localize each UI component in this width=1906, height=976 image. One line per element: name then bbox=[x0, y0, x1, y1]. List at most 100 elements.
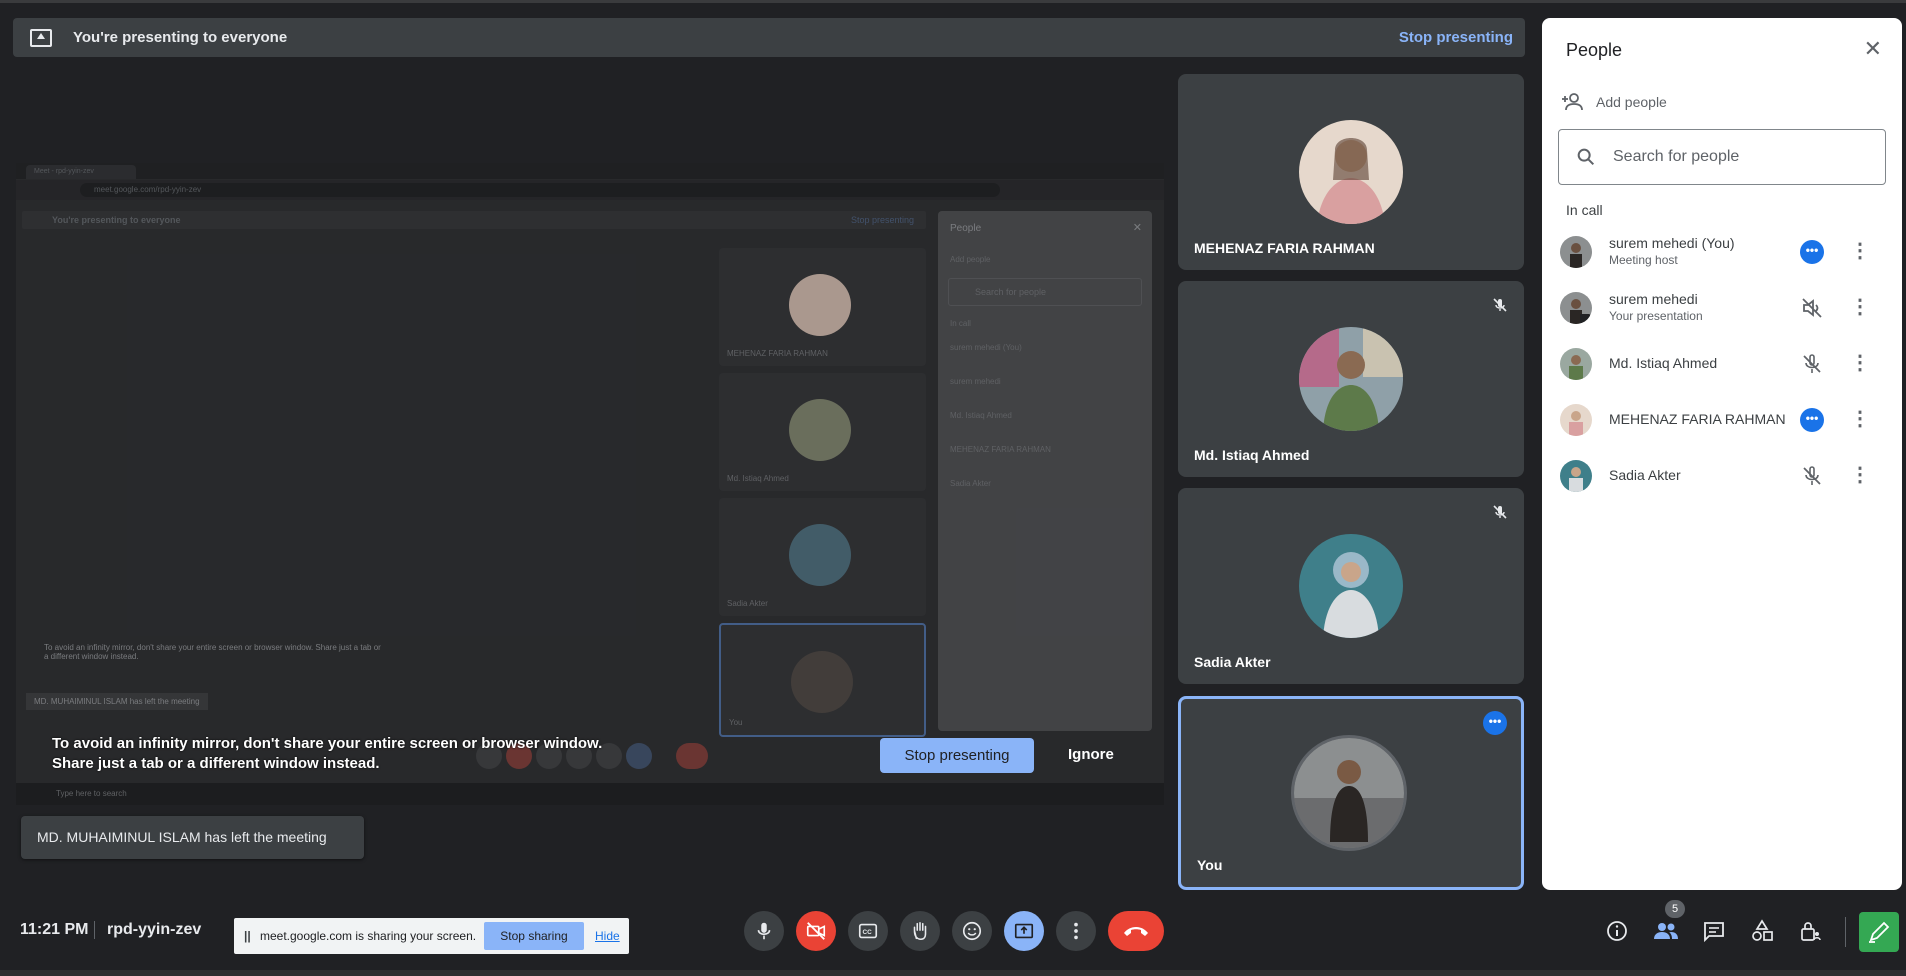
chat-button[interactable] bbox=[1700, 917, 1728, 945]
stop-sharing-button[interactable]: Stop sharing bbox=[484, 922, 584, 950]
panel-title: People bbox=[1566, 40, 1623, 60]
avatar bbox=[1560, 292, 1592, 324]
hang-up-icon bbox=[1124, 927, 1148, 936]
meeting-clock: 11:21 PM bbox=[20, 921, 89, 938]
avatar bbox=[1560, 348, 1592, 380]
participant-name: MEHENAZ FARIA RAHMAN bbox=[1609, 411, 1786, 427]
captions-icon: CC bbox=[858, 923, 878, 939]
more-vert-icon[interactable]: ⋮ bbox=[1848, 350, 1872, 378]
activities-icon bbox=[1752, 919, 1773, 941]
participant-row[interactable]: surem mehedi (You) Meeting host ••• ⋮ bbox=[1542, 224, 1902, 280]
mic-off-icon bbox=[1493, 298, 1507, 312]
leave-call-button[interactable] bbox=[1108, 911, 1164, 951]
host-controls-button[interactable] bbox=[1796, 917, 1824, 945]
emoji-icon bbox=[962, 921, 982, 941]
activities-button[interactable] bbox=[1748, 917, 1776, 945]
add-person-icon bbox=[1562, 93, 1583, 111]
meeting-code: rpd-yyin-zev bbox=[107, 921, 202, 938]
shared-screen-preview: Meet - rpd-yyin-zev meet.google.com/rpd-… bbox=[16, 163, 1164, 805]
participant-name: Md. Istiaq Ahmed bbox=[1609, 355, 1718, 371]
search-input[interactable] bbox=[1611, 147, 1875, 167]
video-tile-istiaq[interactable]: Md. Istiaq Ahmed bbox=[1178, 281, 1524, 477]
people-panel: People ✕ Add people In call surem mehedi… bbox=[1542, 18, 1902, 890]
presenting-banner: You're presenting to everyone Stop prese… bbox=[13, 18, 1525, 57]
camera-button[interactable] bbox=[796, 911, 836, 951]
mic-off-icon bbox=[1803, 354, 1821, 373]
more-options-button[interactable] bbox=[1056, 911, 1096, 951]
infinity-mirror-warning: To avoid an infinity mirror, don't share… bbox=[52, 735, 603, 772]
captions-button[interactable]: CC bbox=[848, 911, 888, 951]
mic-off-icon bbox=[1493, 505, 1507, 519]
tile-name: MEHENAZ FARIA RAHMAN bbox=[1194, 240, 1375, 256]
avatar bbox=[1560, 460, 1592, 492]
svg-text:CC: CC bbox=[863, 929, 873, 936]
avatar bbox=[1299, 327, 1403, 431]
avatar bbox=[1291, 735, 1407, 851]
more-vert-icon[interactable]: ⋮ bbox=[1848, 238, 1872, 266]
add-people-label: Add people bbox=[1596, 94, 1667, 110]
camera-off-icon bbox=[806, 922, 826, 940]
reactions-button[interactable] bbox=[952, 911, 992, 951]
pause-icon: || bbox=[244, 929, 251, 943]
hide-link[interactable]: Hide bbox=[595, 929, 620, 943]
participant-name: surem mehedi (You) bbox=[1609, 235, 1735, 251]
left-meeting-toast: MD. MUHAIMINUL ISLAM has left the meetin… bbox=[21, 816, 364, 859]
video-tile-mehenaz[interactable]: MEHENAZ FARIA RAHMAN bbox=[1178, 74, 1524, 270]
close-icon[interactable]: ✕ bbox=[1864, 38, 1882, 60]
divider bbox=[1845, 917, 1846, 947]
window-top-edge bbox=[0, 0, 1906, 3]
more-dots-icon: ••• bbox=[1800, 408, 1824, 432]
search-icon bbox=[1577, 148, 1595, 166]
participant-name: surem mehedi bbox=[1609, 291, 1698, 307]
screen-sharing-bar: || meet.google.com is sharing your scree… bbox=[234, 918, 629, 954]
chat-icon bbox=[1704, 922, 1724, 943]
presenting-banner-text: You're presenting to everyone bbox=[73, 29, 288, 46]
present-now-button[interactable] bbox=[1004, 911, 1044, 951]
microphone-button[interactable] bbox=[744, 911, 784, 951]
shared-dim-overlay bbox=[16, 163, 1164, 805]
more-options-icon[interactable]: ••• bbox=[1483, 711, 1507, 735]
video-tile-sadia[interactable]: Sadia Akter bbox=[1178, 488, 1524, 684]
info-icon bbox=[1607, 921, 1627, 941]
participant-row[interactable]: Md. Istiaq Ahmed ⋮ bbox=[1542, 336, 1902, 392]
mic-off-icon bbox=[1803, 466, 1821, 485]
avatar bbox=[1560, 404, 1592, 436]
more-vert-icon[interactable]: ⋮ bbox=[1848, 406, 1872, 434]
tile-name: Sadia Akter bbox=[1194, 654, 1271, 670]
screen-edge bbox=[0, 970, 1906, 976]
video-tile-you[interactable]: ••• You bbox=[1178, 696, 1524, 890]
avatar bbox=[1560, 236, 1592, 268]
raise-hand-button[interactable] bbox=[900, 911, 940, 951]
warning-stop-presenting-button[interactable]: Stop presenting bbox=[880, 738, 1034, 773]
more-vert-icon[interactable]: ⋮ bbox=[1848, 462, 1872, 490]
participant-row[interactable]: Sadia Akter ⋮ bbox=[1542, 448, 1902, 504]
more-vert-icon bbox=[1074, 922, 1078, 940]
stop-presenting-link[interactable]: Stop presenting bbox=[1399, 29, 1513, 46]
tile-name: You bbox=[1197, 857, 1223, 873]
more-dots-icon: ••• bbox=[1800, 240, 1824, 264]
warning-ignore-button[interactable]: Ignore bbox=[1068, 746, 1114, 763]
meeting-details-button[interactable] bbox=[1603, 917, 1631, 945]
in-call-heading: In call bbox=[1566, 202, 1603, 218]
present-screen-icon bbox=[30, 28, 52, 47]
more-vert-icon[interactable]: ⋮ bbox=[1848, 294, 1872, 322]
people-icon bbox=[1654, 923, 1678, 939]
pen-icon bbox=[1869, 921, 1890, 943]
people-search[interactable] bbox=[1558, 129, 1886, 185]
volume-off-icon bbox=[1802, 298, 1822, 318]
participant-sub: Your presentation bbox=[1609, 309, 1703, 323]
avatar bbox=[1299, 534, 1403, 638]
tile-name: Md. Istiaq Ahmed bbox=[1194, 447, 1310, 463]
hand-icon bbox=[913, 921, 927, 941]
avatar bbox=[1299, 120, 1403, 224]
lock-person-icon bbox=[1801, 922, 1821, 941]
present-screen-icon bbox=[1014, 923, 1034, 939]
people-button[interactable] bbox=[1652, 917, 1680, 945]
sharing-message: meet.google.com is sharing your screen. bbox=[260, 929, 477, 943]
companion-button[interactable] bbox=[1859, 912, 1899, 952]
add-people-button[interactable]: Add people bbox=[1562, 90, 1667, 114]
participant-name: Sadia Akter bbox=[1609, 467, 1681, 483]
participant-row[interactable]: surem mehedi Your presentation ⋮ bbox=[1542, 280, 1902, 336]
participant-row[interactable]: MEHENAZ FARIA RAHMAN ••• ⋮ bbox=[1542, 392, 1902, 448]
microphone-icon bbox=[757, 922, 771, 940]
